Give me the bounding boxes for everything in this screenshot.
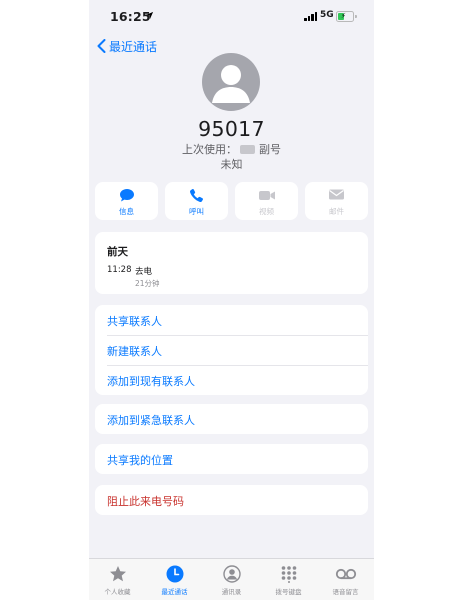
history-day: 前天 — [107, 246, 128, 258]
sim-badge-icon — [240, 144, 255, 154]
tab-bar: 个人收藏 最近通话 通讯录 拨号键盘 语音留言 — [89, 558, 374, 600]
video-icon — [258, 191, 275, 200]
share-location-label: 共享我的位置 — [107, 454, 173, 467]
clock-icon — [166, 565, 183, 583]
contacts-icon — [222, 565, 241, 583]
voicemail-icon — [335, 568, 356, 580]
tab-recents-label: 最近通话 — [161, 588, 188, 596]
tab-voicemail-label: 语音留言 — [332, 588, 359, 596]
message-bubble-icon — [119, 189, 134, 202]
new-contact-label: 新建联系人 — [107, 345, 162, 358]
back-button[interactable]: 最近通话 — [97, 37, 157, 55]
video-label: 视频 — [259, 207, 274, 216]
network-type: 5G — [320, 10, 334, 20]
tab-favorites[interactable]: 个人收藏 — [89, 559, 146, 600]
mail-label: 邮件 — [329, 207, 344, 216]
star-icon — [109, 566, 126, 582]
person-silhouette-icon — [212, 65, 250, 103]
message-label: 信息 — [119, 207, 134, 216]
keypad-icon — [281, 566, 296, 583]
last-used-line: 上次使用： 副号 — [89, 141, 374, 157]
video-button[interactable]: 视频 — [235, 182, 298, 220]
envelope-icon — [329, 189, 344, 200]
share-location-card: 共享我的位置 — [95, 444, 368, 474]
tab-keypad[interactable]: 拨号键盘 — [260, 559, 317, 600]
block-caller-card: 阻止此来电号码 — [95, 485, 368, 515]
add-emergency-contact-row[interactable]: 添加到紧急联系人 — [95, 404, 368, 434]
block-caller-label: 阻止此来电号码 — [107, 495, 184, 508]
avatar — [202, 53, 260, 111]
call-history-card: 前天 11:28 去电 21分钟 — [95, 232, 368, 294]
back-label: 最近通话 — [109, 39, 158, 54]
history-duration: 21分钟 — [135, 279, 160, 288]
charging-bolt-icon: ⚡ — [341, 12, 346, 20]
tab-favorites-label: 个人收藏 — [104, 588, 131, 596]
phone-number: 95017 — [198, 117, 265, 141]
history-time: 11:28 — [107, 265, 132, 275]
phone-icon — [189, 188, 204, 203]
share-contact-row[interactable]: 共享联系人 — [95, 305, 368, 335]
mail-button[interactable]: 邮件 — [305, 182, 368, 220]
message-button[interactable]: 信息 — [95, 182, 158, 220]
action-buttons: 信息 呼叫 视频 邮件 — [95, 182, 368, 220]
tab-keypad-label: 拨号键盘 — [275, 588, 302, 596]
share-contact-label: 共享联系人 — [107, 315, 162, 328]
last-used-line-name: 副号 — [259, 143, 281, 156]
battery-icon: ⚡ — [336, 11, 357, 22]
contact-status: 未知 — [220, 158, 243, 171]
block-caller-row[interactable]: 阻止此来电号码 — [95, 485, 368, 515]
call-label: 呼叫 — [189, 207, 204, 216]
share-location-row[interactable]: 共享我的位置 — [95, 444, 368, 474]
add-existing-contact-label: 添加到现有联系人 — [107, 375, 195, 388]
add-existing-contact-row[interactable]: 添加到现有联系人 — [95, 365, 368, 395]
cellular-signal-icon — [304, 12, 318, 21]
phone-screen: 16:25 5G ⚡ 最近通话 95017 上次使用： 副号 未知 信息 呼叫 … — [89, 0, 374, 600]
tab-recents[interactable]: 最近通话 — [146, 559, 203, 600]
emergency-contact-card: 添加到紧急联系人 — [95, 404, 368, 434]
tab-voicemail[interactable]: 语音留言 — [317, 559, 374, 600]
contact-options-card: 共享联系人 新建联系人 添加到现有联系人 — [95, 305, 368, 395]
call-button[interactable]: 呼叫 — [165, 182, 228, 220]
tab-contacts[interactable]: 通讯录 — [203, 559, 260, 600]
tab-contacts-label: 通讯录 — [221, 588, 242, 596]
new-contact-row[interactable]: 新建联系人 — [95, 335, 368, 365]
location-arrow-icon — [145, 11, 154, 20]
status-bar: 16:25 5G ⚡ — [89, 0, 374, 34]
add-emergency-contact-label: 添加到紧急联系人 — [107, 414, 195, 427]
chevron-left-icon — [97, 39, 106, 53]
last-used-prefix: 上次使用： — [182, 143, 237, 156]
history-call-type: 去电 — [135, 267, 153, 277]
